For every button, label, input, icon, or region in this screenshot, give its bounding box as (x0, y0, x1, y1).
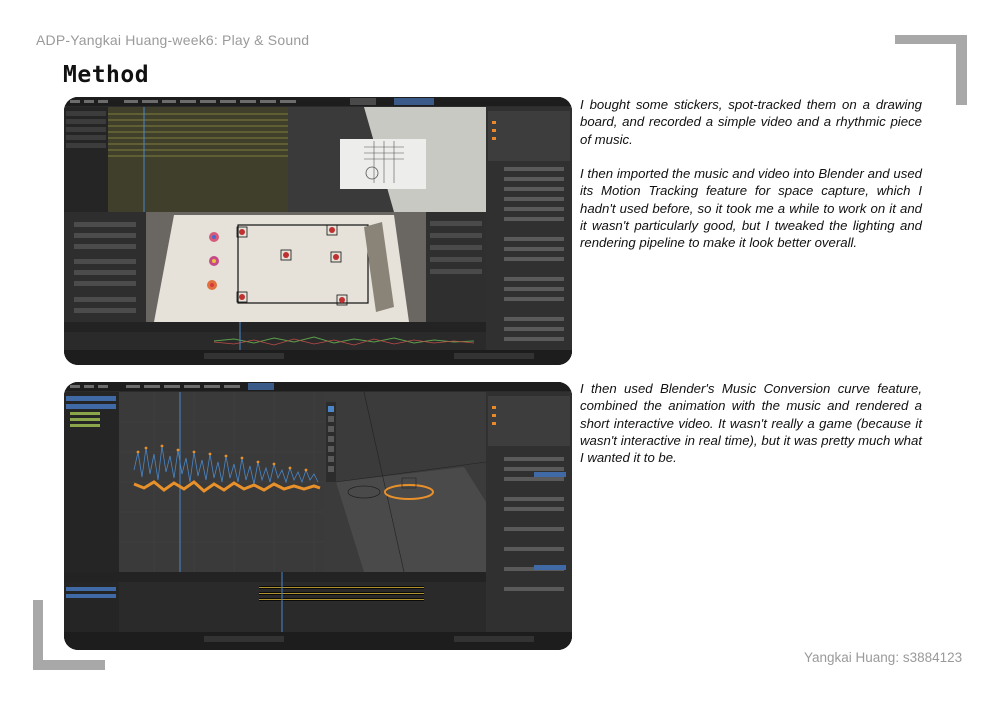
corner-bracket-top-right-vertical (956, 35, 967, 105)
paragraph-3: I then used Blender's Music Conversion c… (580, 381, 922, 466)
paragraph-1: I bought some stickers, spot-tracked the… (580, 97, 922, 147)
section-title: Method (63, 62, 150, 88)
blender-motion-tracking-screenshot (64, 97, 572, 365)
corner-bracket-bottom-left-horizontal (33, 660, 105, 670)
blender-graph-editor-screenshot (64, 382, 572, 650)
author-footer: Yangkai Huang: s3884123 (804, 650, 963, 665)
course-header: ADP-Yangkai Huang-week6: Play & Sound (36, 32, 310, 48)
paragraph-2: I then imported the music and video into… (580, 166, 922, 251)
